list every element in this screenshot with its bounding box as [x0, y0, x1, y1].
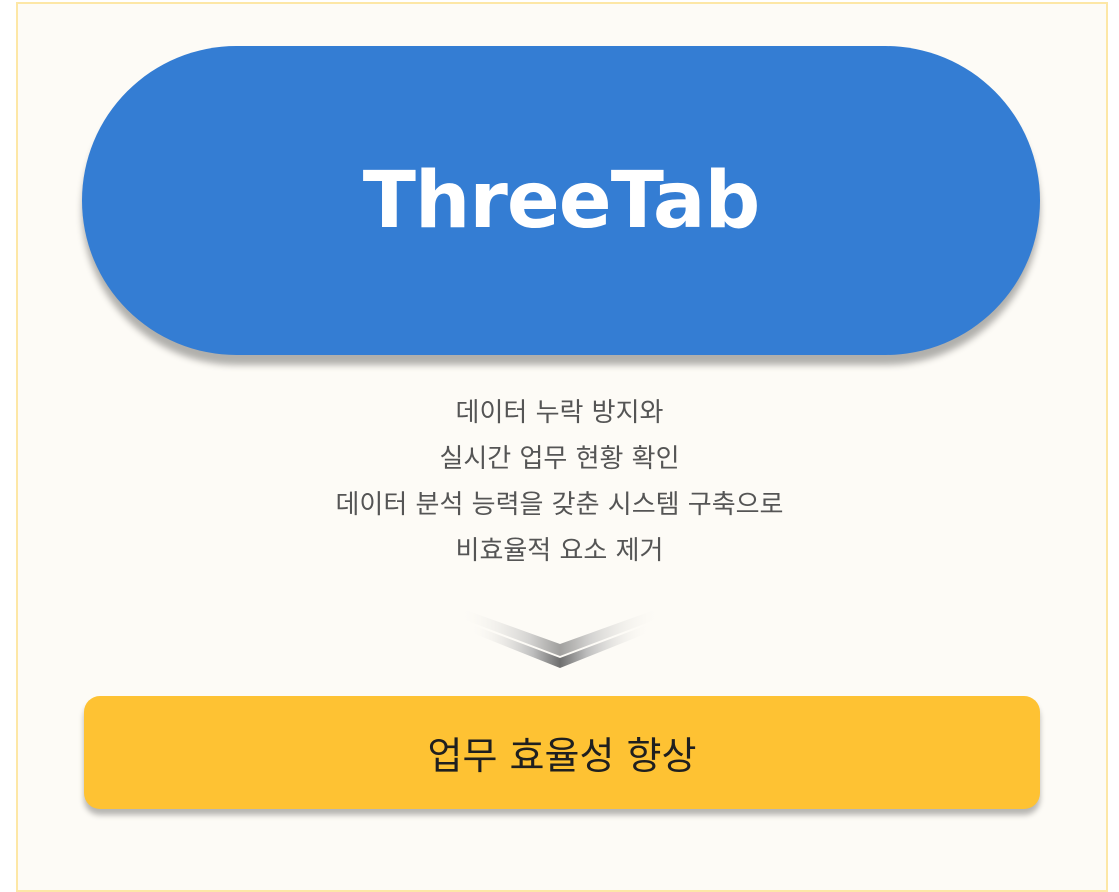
description-line: 데이터 분석 능력을 갖춘 시스템 구축으로 — [335, 490, 784, 520]
result-box: 업무 효율성 향상 — [84, 696, 1040, 809]
description-line: 데이터 누락 방지와 — [455, 398, 664, 428]
result-label: 업무 효율성 향상 — [427, 734, 697, 778]
title-pill: ThreeTab — [82, 46, 1040, 355]
description-line: 비효율적 요소 제거 — [455, 536, 664, 566]
description-block: 데이터 누락 방지와 실시간 업무 현황 확인 데이터 분석 능력을 갖춘 시스… — [0, 390, 1119, 574]
pill-title: ThreeTab — [362, 155, 761, 246]
description-line: 실시간 업무 현황 확인 — [439, 444, 680, 474]
chevron-down-icon — [460, 608, 660, 668]
